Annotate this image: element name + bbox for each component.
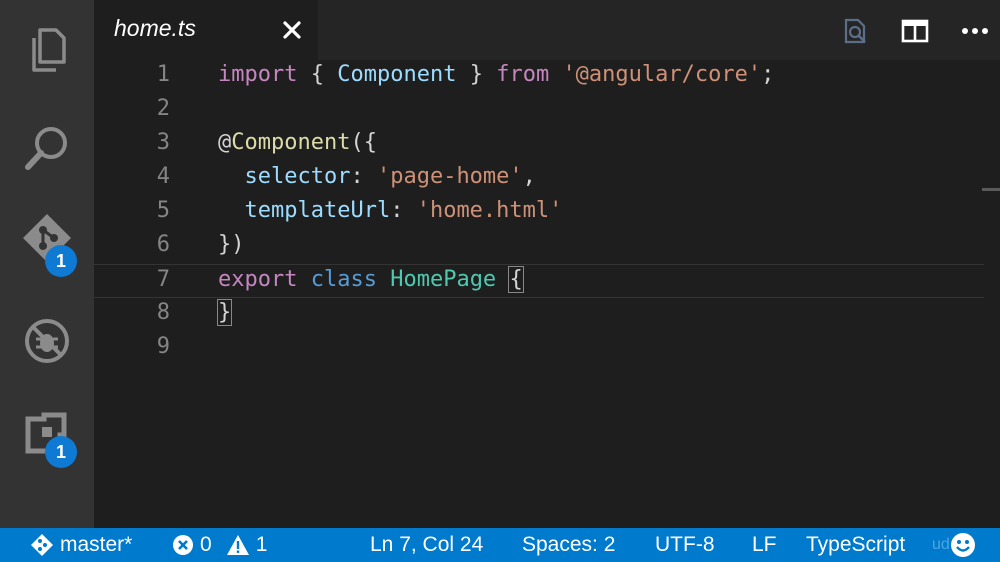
line-number: 4 bbox=[156, 164, 170, 189]
tab-home-ts[interactable]: home.ts bbox=[94, 0, 319, 60]
extensions-badge: 1 bbox=[45, 436, 77, 468]
source-control-badge: 1 bbox=[45, 245, 77, 277]
more-actions-icon[interactable] bbox=[958, 14, 992, 48]
tab-title: home.ts bbox=[114, 15, 196, 41]
tab-bar: home.ts bbox=[94, 0, 1000, 60]
encoding[interactable]: UTF-8 bbox=[655, 528, 715, 562]
code-text: templateUrl: 'home.html' bbox=[218, 198, 563, 223]
warning-icon bbox=[226, 535, 249, 555]
watermark: ud bbox=[932, 536, 950, 553]
code-line[interactable]: 6}) bbox=[94, 230, 984, 264]
code-text: }) bbox=[218, 232, 245, 257]
code-token: }) bbox=[218, 232, 245, 257]
code-line[interactable]: 1 import { Component } from '@angular/cor… bbox=[94, 60, 984, 94]
smiley-icon[interactable] bbox=[950, 528, 982, 562]
branch-name: master* bbox=[60, 533, 133, 556]
code-text: export class HomePage { bbox=[218, 266, 524, 293]
git-branch-icon bbox=[31, 534, 53, 556]
line-number: 5 bbox=[156, 198, 170, 223]
problems-indicator[interactable]: 0 1 bbox=[172, 528, 267, 562]
code-token: ; bbox=[761, 62, 775, 87]
status-bar: master* 0 1 Ln 7, Col 24 Spaces: 2 UTF-8… bbox=[0, 528, 1000, 562]
line-number: 8 bbox=[156, 300, 170, 325]
code-line[interactable]: 3 @Component({ bbox=[94, 128, 984, 162]
error-icon bbox=[173, 535, 193, 555]
error-count: 0 bbox=[200, 533, 212, 556]
code-text: } bbox=[216, 299, 233, 326]
activity-bar: 1 1 bbox=[0, 0, 94, 528]
code-token: { bbox=[508, 266, 524, 293]
code-token: '@angular/core' bbox=[562, 62, 762, 87]
line-number: 1 bbox=[156, 62, 170, 87]
line-number: 6 bbox=[156, 232, 170, 257]
code-text: import { Component } from '@angular/core… bbox=[218, 62, 774, 87]
cursor-position[interactable]: Ln 7, Col 24 bbox=[370, 528, 483, 562]
code-text: @Component({ bbox=[218, 130, 377, 155]
code-token: HomePage bbox=[390, 267, 497, 292]
code-token: @ bbox=[218, 130, 232, 155]
line-number: 2 bbox=[156, 96, 170, 121]
code-line[interactable]: 5 templateUrl: 'home.html' bbox=[94, 196, 984, 230]
code-line[interactable]: 2 bbox=[94, 94, 984, 128]
code-token: 'home.html' bbox=[416, 198, 563, 223]
code-token: templateUrl bbox=[244, 198, 391, 223]
code-token: Component bbox=[337, 62, 457, 87]
code-token: ({ bbox=[350, 130, 377, 155]
open-preview-icon[interactable] bbox=[838, 14, 872, 48]
code-token: Component bbox=[231, 130, 351, 155]
branch-indicator[interactable]: master* bbox=[30, 528, 132, 562]
code-token: : bbox=[350, 164, 377, 189]
indentation[interactable]: Spaces: 2 bbox=[522, 528, 615, 562]
code-token: { bbox=[297, 62, 338, 87]
code-line[interactable]: 7 export class HomePage { bbox=[94, 264, 984, 298]
code-token: from bbox=[496, 62, 550, 87]
code-token: class bbox=[310, 267, 377, 292]
code-token: import bbox=[218, 62, 298, 87]
code-token: 'page-home' bbox=[376, 164, 523, 189]
scrollbar-indicator[interactable] bbox=[982, 188, 1000, 191]
code-editor[interactable]: 1 import { Component } from '@angular/cor… bbox=[94, 60, 1000, 528]
code-token: } bbox=[456, 62, 497, 87]
line-number: 7 bbox=[156, 267, 170, 292]
code-line[interactable]: 9 bbox=[94, 332, 984, 366]
code-token: selector bbox=[244, 164, 351, 189]
line-number: 9 bbox=[156, 334, 170, 359]
code-text: selector: 'page-home', bbox=[218, 164, 536, 189]
code-line[interactable]: 4 selector: 'page-home', bbox=[94, 162, 984, 196]
code-token: export bbox=[218, 267, 298, 292]
language-mode[interactable]: TypeScript bbox=[806, 528, 905, 562]
line-ending[interactable]: LF bbox=[752, 528, 777, 562]
code-token: } bbox=[216, 299, 233, 326]
explorer-icon[interactable] bbox=[0, 16, 94, 84]
close-icon[interactable] bbox=[280, 18, 304, 42]
split-editor-icon[interactable] bbox=[898, 14, 932, 48]
code-line[interactable]: 8} bbox=[94, 298, 984, 332]
line-number: 3 bbox=[156, 130, 170, 155]
code-token: : bbox=[390, 198, 417, 223]
code-token: , bbox=[522, 164, 536, 189]
debug-icon[interactable] bbox=[0, 307, 94, 375]
search-icon[interactable] bbox=[0, 114, 94, 182]
warning-count: 1 bbox=[255, 533, 268, 556]
